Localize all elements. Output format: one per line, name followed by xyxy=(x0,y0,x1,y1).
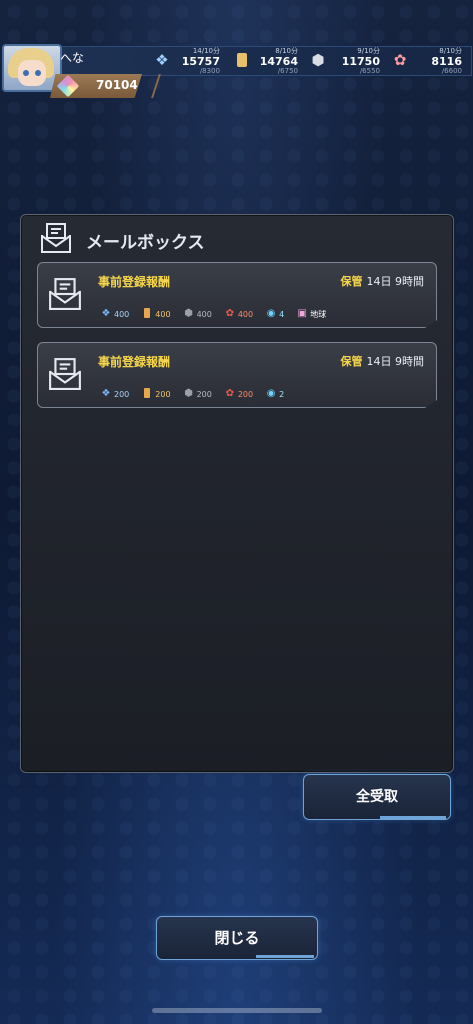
mail-rewards: ❖ 200 200 ⬢ 200 ✿ 200 ◉ 2 xyxy=(100,387,296,401)
player-avatar[interactable] xyxy=(2,44,62,92)
core-icon: ✿ xyxy=(225,388,235,399)
reward-core: ✿ 200 xyxy=(225,388,254,399)
reward-core: ✿ 400 xyxy=(225,308,254,319)
mail-keep-time: 保管 14日 9時間 xyxy=(340,275,425,288)
ore-icon: ⬢ xyxy=(184,388,193,399)
close-button[interactable]: 閉じる xyxy=(156,916,318,960)
reward-land: ▣ 地球 xyxy=(297,308,327,319)
mail-title: 事前登録報酬 xyxy=(98,275,171,289)
resource-ore[interactable]: ⬢ 9/10分 11750 /6550 xyxy=(308,46,380,75)
close-button-deco xyxy=(256,955,314,958)
home-indicator[interactable] xyxy=(152,1008,322,1013)
ore-icon: ⬢ xyxy=(311,51,325,69)
reward-crystal: ❖ 200 xyxy=(101,388,130,399)
land-icon: ▣ xyxy=(297,308,307,319)
resource-crystal[interactable]: ❖ 14/10分 15757 /8300 xyxy=(152,46,220,75)
crystal-icon: ❖ xyxy=(101,308,111,319)
badge-icon: ◉ xyxy=(266,308,276,319)
crystal-icon: ❖ xyxy=(101,388,111,399)
reward-fuel: 200 xyxy=(141,387,171,401)
receive-all-button-deco xyxy=(380,816,446,819)
mailbox-icon xyxy=(41,223,71,253)
reward-badge: ◉ 4 xyxy=(266,308,285,319)
crystal-icon: ❖ xyxy=(155,51,169,69)
player-name: へな xyxy=(60,51,85,65)
core-icon: ✿ xyxy=(393,51,407,69)
reward-fuel: 400 xyxy=(141,307,171,321)
gem-value: 70104 xyxy=(96,78,138,92)
badge-icon: ◉ xyxy=(266,388,276,399)
mail-item[interactable]: 事前登録報酬 保管 14日 9時間 ❖ 200 200 ⬢ 200 ✿ 200 ◉ 2 xyxy=(37,342,437,408)
reward-ore: ⬢ 200 xyxy=(184,388,212,399)
mail-envelope-icon xyxy=(49,278,81,310)
reward-crystal: ❖ 400 xyxy=(101,308,130,319)
mail-item[interactable]: 事前登録報酬 保管 14日 9時間 ❖ 400 400 ⬢ 400 ✿ 400 ◉ 4 ▣… xyxy=(37,262,437,328)
mail-envelope-icon xyxy=(49,358,81,390)
mail-rewards: ❖ 400 400 ⬢ 400 ✿ 400 ◉ 4 ▣ 地球 xyxy=(100,307,338,321)
fuel-icon xyxy=(141,388,153,400)
ore-icon: ⬢ xyxy=(184,308,193,319)
mail-title: 事前登録報酬 xyxy=(98,355,171,369)
mail-keep-time: 保管 14日 9時間 xyxy=(340,355,425,368)
resource-fuel[interactable]: 8/10分 14764 /6750 xyxy=(232,46,298,75)
core-icon: ✿ xyxy=(225,308,235,319)
fuel-icon xyxy=(232,50,252,70)
resource-core[interactable]: ✿ 8/10分 8116 /6600 xyxy=(390,46,462,75)
reward-badge: ◉ 2 xyxy=(266,388,285,399)
mailbox-title: メールボックス xyxy=(86,233,205,253)
receive-all-button[interactable]: 全受取 xyxy=(303,774,451,820)
fuel-icon xyxy=(141,308,153,320)
reward-ore: ⬢ 400 xyxy=(184,308,212,319)
